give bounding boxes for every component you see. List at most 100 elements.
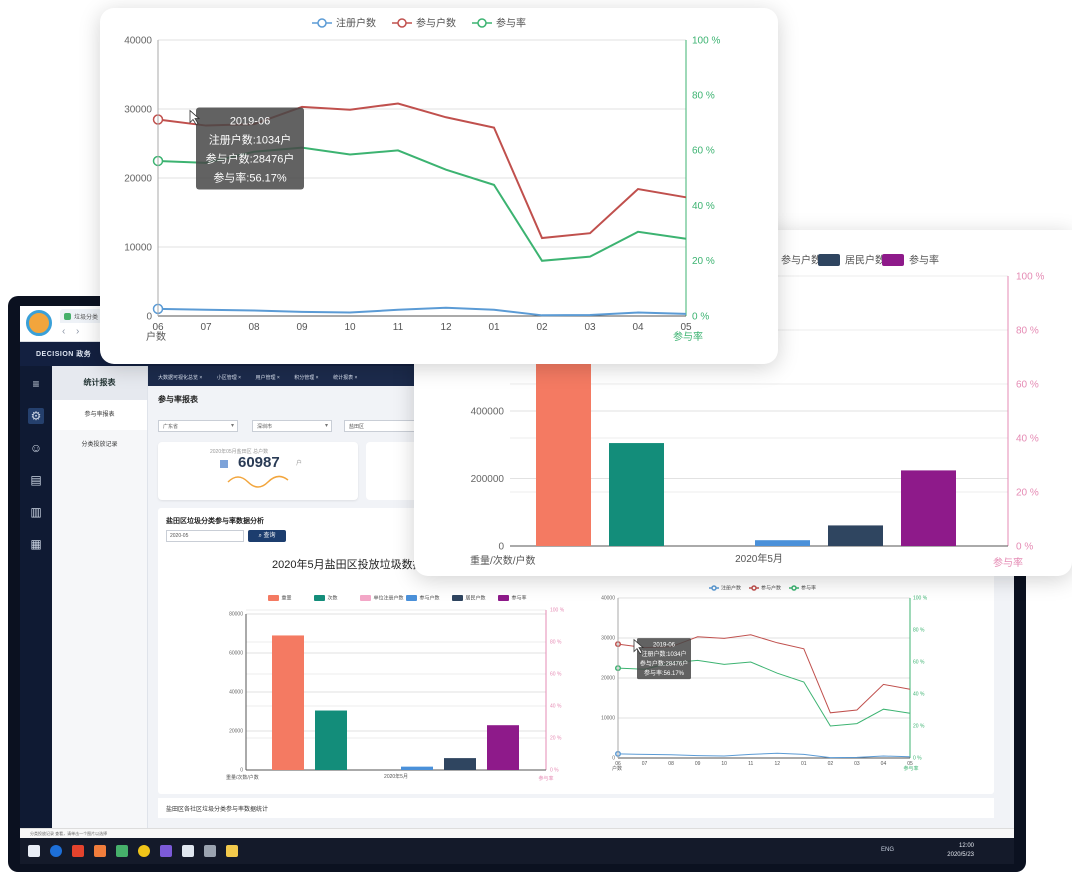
- calendar-icon[interactable]: ▤: [28, 472, 44, 488]
- tooltip-title: 2019-06: [230, 116, 270, 128]
- tab-points[interactable]: 积分管理 ×: [294, 374, 318, 381]
- submenu-item-participation[interactable]: 参与率报表: [52, 400, 147, 430]
- y2-tick-label: 0 %: [913, 756, 922, 762]
- legend-label: 重量: [282, 595, 292, 602]
- folder-icon[interactable]: [226, 845, 238, 857]
- legend-marker: [317, 18, 327, 28]
- app-logo: DECISION 政务: [36, 351, 92, 358]
- y2-tick-label: 40 %: [1016, 433, 1039, 444]
- y-axis-label: 户数: [146, 330, 166, 343]
- clock[interactable]: 12:00 2020/5/23: [947, 842, 974, 860]
- y2-tick-label: 20 %: [692, 256, 715, 267]
- menu-icon[interactable]: ≡: [28, 376, 44, 392]
- date-input[interactable]: 2020-05: [166, 530, 244, 542]
- bar-chart-icon[interactable]: ▥: [28, 504, 44, 520]
- y2-tick-label: 20 %: [550, 736, 562, 742]
- submenu: 统计报表 参与率报表 分类投放记录: [52, 366, 148, 838]
- chrome-icon[interactable]: [138, 845, 150, 857]
- page-title: 参与率报表: [158, 395, 198, 404]
- calendar-icon-2[interactable]: ▦: [28, 536, 44, 552]
- y2-tick-label: 60 %: [692, 146, 715, 157]
- bar: [272, 635, 304, 770]
- stage: 垃圾分类 ‹ › DECISION 政务 ≡ ⚙ ☺ ▤ ▥ ▦ 统计报表 参与…: [0, 0, 1072, 877]
- y2-tick-label: 40 %: [913, 692, 925, 698]
- mini-line-chart: 0100002000030000400000 %20 %40 %60 %80 %…: [601, 585, 928, 772]
- legend-marker: [477, 18, 487, 28]
- tooltip-line: 注册户数:1034户: [641, 650, 686, 658]
- tooltip-line: 注册户数:1034户: [209, 133, 292, 147]
- y-tick-label: 40000: [229, 690, 243, 696]
- windows-start-icon[interactable]: [28, 845, 40, 857]
- y2-axis-label: 参与率: [903, 765, 918, 772]
- x-tick-label: 12: [440, 322, 452, 333]
- y2-tick-label: 40 %: [550, 704, 562, 710]
- query-button[interactable]: ⌕ 查询: [248, 530, 286, 542]
- x-tick-label: 08: [248, 322, 260, 333]
- y2-tick-label: 0 %: [1016, 541, 1033, 552]
- y-axis-label: 重量/次数/户数: [226, 774, 259, 781]
- y-tick-label: 20000: [601, 676, 615, 682]
- province-select[interactable]: 广东省: [158, 420, 238, 432]
- tooltip-title: 2019-06: [653, 643, 676, 649]
- y-tick-label: 0: [146, 311, 152, 322]
- submenu-item-records[interactable]: 分类投放记录: [52, 430, 147, 460]
- legend-marker: [791, 585, 797, 591]
- tab-overview[interactable]: 大数据可视化总览 ×: [158, 374, 202, 381]
- tray-language[interactable]: ENG: [881, 847, 894, 853]
- legend-label: 单位注册户数: [374, 595, 404, 602]
- tab-reports[interactable]: 统计报表 ×: [333, 374, 357, 381]
- bottom-section-title: 盐田区各社区垃圾分类参与率数据统计: [158, 798, 994, 818]
- users-icon[interactable]: ☺: [28, 440, 44, 456]
- legend-label: 居民户数: [466, 595, 486, 602]
- tooltip-line: 参与户数:28476户: [640, 660, 688, 668]
- submenu-title: 统计报表: [52, 366, 147, 400]
- app-icon-grey[interactable]: [182, 845, 194, 857]
- taskbar: ENG 12:00 2020/5/23: [20, 838, 1014, 864]
- y-tick-label: 400000: [471, 406, 505, 417]
- app-icon-slate[interactable]: [204, 845, 216, 857]
- legend-label: 参与户数: [761, 585, 781, 592]
- forward-button[interactable]: ›: [76, 326, 79, 337]
- app-icon-green[interactable]: [116, 845, 128, 857]
- tab-title: 垃圾分类: [74, 315, 99, 321]
- tab-users[interactable]: 用户管理 ×: [256, 374, 280, 381]
- x-tick-label: 07: [642, 761, 648, 767]
- y2-tick-label: 60 %: [550, 672, 562, 678]
- city-select[interactable]: 深圳市: [252, 420, 332, 432]
- tab-community[interactable]: 小区管理 ×: [217, 374, 241, 381]
- y-axis-label: 重量/次数/户数: [470, 554, 536, 567]
- y2-tick-label: 20 %: [1016, 487, 1039, 498]
- browser-icon[interactable]: [50, 845, 62, 857]
- y-tick-label: 80000: [229, 612, 243, 618]
- left-icon-bar: ≡ ⚙ ☺ ▤ ▥ ▦: [20, 366, 52, 838]
- x-tick-label: 09: [296, 322, 308, 333]
- district-select[interactable]: 盐田区: [344, 420, 424, 432]
- back-button[interactable]: ‹: [62, 326, 65, 337]
- legend-label: 参与率: [801, 585, 816, 592]
- series-line: [617, 752, 911, 759]
- x-tick-label: 07: [200, 322, 212, 333]
- y-tick-label: 20000: [229, 729, 243, 735]
- app-icon-red[interactable]: [72, 845, 84, 857]
- bar: [755, 540, 810, 546]
- legend-marker: [751, 585, 757, 591]
- y2-tick-label: 0 %: [550, 768, 559, 774]
- app-icon-purple[interactable]: [160, 845, 172, 857]
- bar: [609, 443, 664, 546]
- y2-tick-label: 80 %: [913, 628, 925, 634]
- legend-label: 居民户数: [845, 253, 885, 266]
- stat-icon: [220, 460, 228, 468]
- tooltip-line: 参与率:56.17%: [644, 669, 685, 677]
- y-tick-label: 30000: [601, 636, 615, 642]
- legend-swatch: [452, 595, 463, 601]
- y2-tick-label: 0 %: [692, 311, 709, 322]
- x-tick-label: 04: [632, 322, 644, 333]
- y2-tick-label: 60 %: [1016, 379, 1039, 390]
- gear-icon[interactable]: ⚙: [28, 408, 44, 424]
- legend-label: 参与率: [512, 595, 527, 602]
- app-icon-orange[interactable]: [94, 845, 106, 857]
- y-tick-label: 60000: [229, 651, 243, 657]
- y2-tick-label: 100 %: [1016, 271, 1044, 282]
- y2-tick-label: 100 %: [692, 35, 720, 46]
- x-tick-label: 01: [488, 322, 500, 333]
